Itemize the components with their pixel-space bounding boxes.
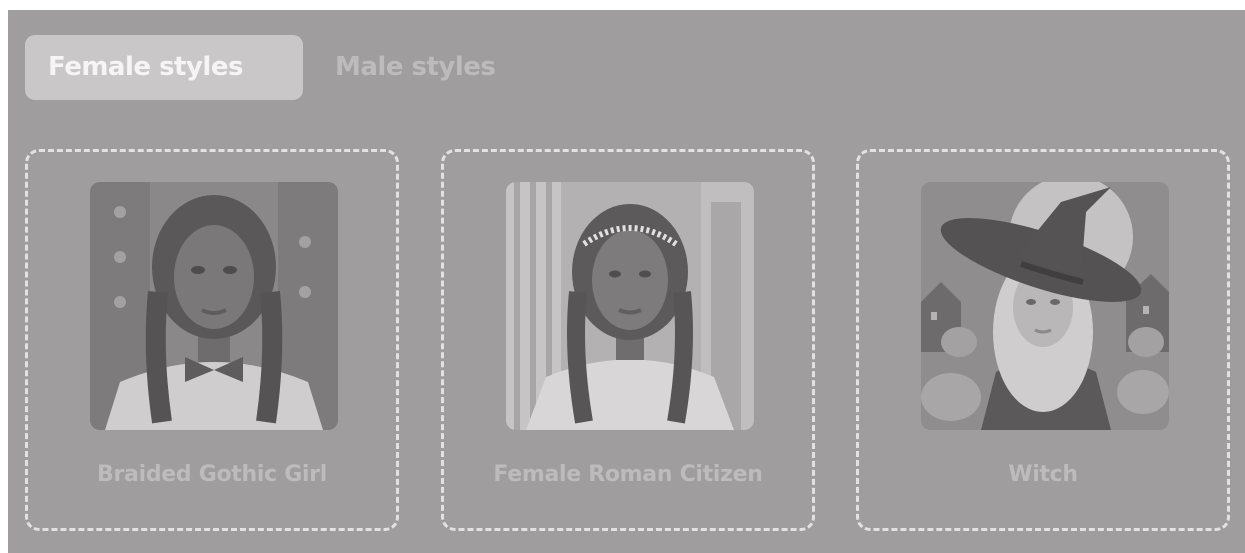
portrait-witch [921, 182, 1169, 430]
style-card-label: Witch [1008, 462, 1078, 487]
style-card-label: Braided Gothic Girl [97, 462, 327, 487]
style-card-label: Female Roman Citizen [493, 462, 763, 487]
style-thumbnail [921, 182, 1169, 430]
tab-female-styles[interactable]: Female styles [25, 35, 303, 100]
style-card-braided-gothic-girl[interactable]: Braided Gothic Girl [25, 149, 399, 531]
style-tabs: Female styles Male styles [25, 35, 518, 100]
style-picker-panel: Female styles Male styles Braided Gothic… [8, 10, 1245, 553]
style-thumbnail [90, 182, 338, 430]
style-card-female-roman-citizen[interactable]: Female Roman Citizen [441, 149, 815, 531]
portrait-braided-gothic-girl [90, 182, 338, 430]
style-card-witch[interactable]: Witch [856, 149, 1230, 531]
portrait-female-roman-citizen [506, 182, 754, 430]
tab-male-styles[interactable]: Male styles [303, 35, 518, 100]
style-thumbnail [506, 182, 754, 430]
style-card-grid: Braided Gothic Girl Female Roman Citizen… [25, 149, 1235, 531]
